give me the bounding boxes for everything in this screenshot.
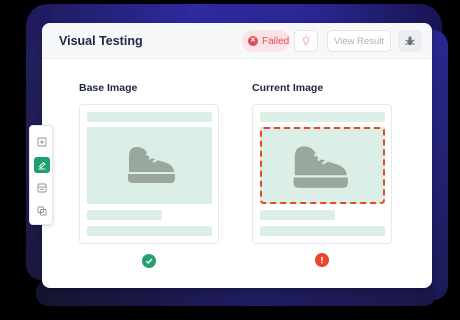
tool-layout[interactable] bbox=[34, 180, 50, 196]
debug-button[interactable] bbox=[398, 30, 422, 52]
pass-badge bbox=[142, 254, 156, 268]
base-image-card[interactable] bbox=[79, 104, 219, 244]
compare-icon bbox=[37, 206, 47, 216]
bug-icon bbox=[405, 36, 415, 46]
highlight-icon bbox=[38, 161, 46, 170]
lightbulb-icon bbox=[301, 35, 311, 46]
fail-badge bbox=[315, 253, 329, 267]
placeholder-bar bbox=[87, 210, 162, 220]
add-frame-icon bbox=[37, 137, 47, 147]
current-image-label: Current Image bbox=[252, 82, 324, 94]
placeholder-bar bbox=[87, 112, 212, 122]
placeholder-bar bbox=[87, 226, 212, 236]
status-label: Failed bbox=[262, 35, 290, 47]
current-image-card[interactable] bbox=[252, 104, 392, 244]
visual-testing-panel: Visual Testing ✕ Failed View Result Base… bbox=[42, 23, 432, 288]
view-result-button[interactable]: View Result bbox=[327, 30, 391, 52]
hint-button[interactable] bbox=[294, 30, 318, 52]
layout-icon bbox=[37, 183, 47, 193]
placeholder-bar bbox=[260, 112, 385, 122]
tool-highlight[interactable] bbox=[34, 157, 50, 173]
image-placeholder bbox=[87, 127, 212, 204]
tool-compare[interactable] bbox=[34, 203, 50, 219]
placeholder-bar bbox=[260, 210, 335, 220]
base-image-label: Base Image bbox=[79, 82, 138, 94]
placeholder-bar bbox=[260, 226, 385, 236]
shoe-icon bbox=[128, 147, 175, 183]
tool-add-frame[interactable] bbox=[34, 134, 50, 150]
editor-toolbar bbox=[29, 125, 53, 225]
exclamation-circle-icon bbox=[321, 257, 323, 264]
check-circle-icon bbox=[145, 258, 153, 264]
diff-highlight-box bbox=[260, 127, 385, 204]
panel-header: Visual Testing ✕ Failed View Result bbox=[42, 23, 432, 59]
status-badge: ✕ Failed bbox=[242, 30, 290, 52]
page-title: Visual Testing bbox=[59, 34, 143, 48]
x-circle-icon: ✕ bbox=[248, 36, 258, 46]
